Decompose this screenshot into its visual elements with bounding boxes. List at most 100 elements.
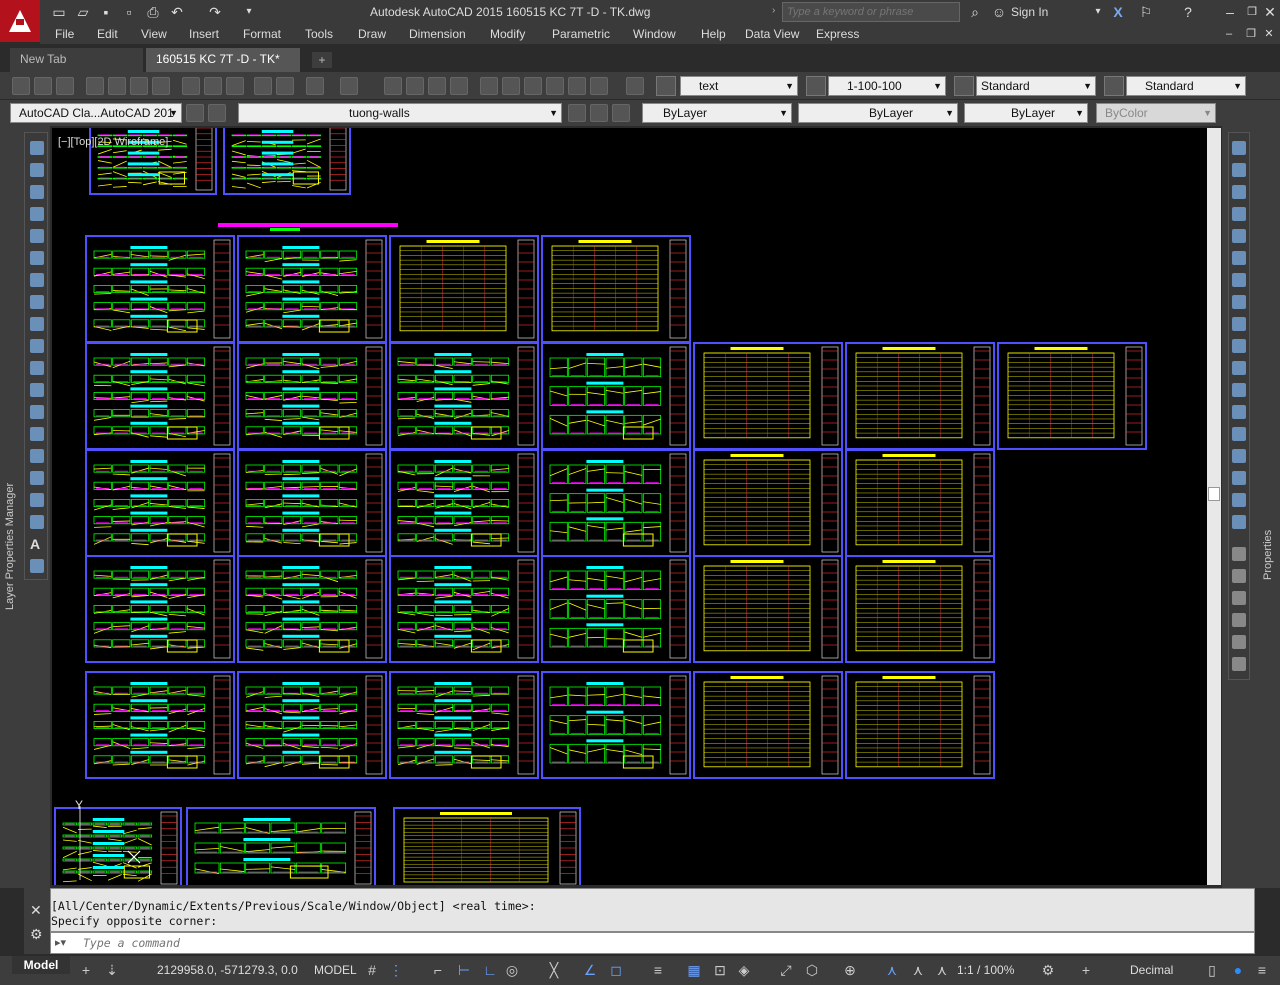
menu-insert[interactable]: Insert (189, 27, 219, 41)
auto-scale-icon[interactable]: ⋏ (910, 960, 926, 980)
menu-data-view[interactable]: Data View (745, 27, 799, 41)
transparency-icon[interactable]: ▦ (686, 960, 702, 980)
plotstyle-dropdown[interactable]: ByColor ▼ (1096, 103, 1216, 123)
application-menu-button[interactable] (0, 0, 40, 42)
sign-in-dropdown-icon[interactable]: ▾ (1092, 2, 1104, 22)
publish-icon[interactable] (130, 77, 148, 95)
plot-preview-icon[interactable] (108, 77, 126, 95)
cut-icon[interactable] (182, 77, 200, 95)
dynamic-ucs-icon[interactable]: ⤢ (778, 960, 794, 980)
annotation-visibility-icon[interactable]: ⋏ (884, 960, 900, 980)
layer-properties-manager-title[interactable]: Layer Properties Manager (4, 470, 20, 610)
point-icon[interactable] (30, 427, 44, 441)
workspace-switch-icon[interactable]: ⚙ (1040, 960, 1056, 980)
save-toolbar-icon[interactable] (56, 77, 74, 95)
explode-icon[interactable] (1232, 515, 1246, 529)
doc-minimize-icon[interactable]: – (1222, 24, 1236, 44)
quick-properties-icon[interactable]: ▯ (1204, 960, 1220, 980)
help-toolbar-icon[interactable] (626, 77, 644, 95)
break-icon[interactable] (1232, 405, 1246, 419)
doc-restore-icon[interactable]: ❐ (1244, 24, 1258, 44)
line-icon[interactable] (30, 141, 44, 155)
menu-tools[interactable]: Tools (305, 27, 333, 41)
copy-icon[interactable] (204, 77, 222, 95)
close-command-line-icon[interactable]: ✕ (30, 902, 42, 919)
dynamic-input-icon[interactable]: ⊢ (456, 960, 472, 980)
doc-close-icon[interactable]: ✕ (1262, 24, 1276, 44)
construction-line-icon[interactable] (30, 163, 44, 177)
quickcalc-icon[interactable] (590, 77, 608, 95)
layer-state-icon[interactable] (612, 104, 630, 122)
bring-above-icon[interactable] (1232, 613, 1246, 627)
gizmo-icon[interactable]: ⊕ (842, 960, 858, 980)
lock-ui-icon[interactable]: ● (1230, 960, 1246, 980)
ortho-icon[interactable]: ∟ (482, 960, 498, 980)
help-icon[interactable]: ? (1178, 2, 1198, 22)
move-icon[interactable] (1232, 251, 1246, 265)
block-editor-icon[interactable] (276, 77, 294, 95)
text-front-icon[interactable] (1232, 657, 1246, 671)
undo-icon[interactable]: ↶ (168, 3, 186, 21)
spline-icon[interactable] (30, 317, 44, 331)
hatch-icon[interactable] (30, 449, 44, 463)
draworder-icon[interactable] (1232, 547, 1246, 561)
menu-format[interactable]: Format (243, 27, 281, 41)
revcloud-icon[interactable] (30, 295, 44, 309)
text-style-dropdown[interactable]: text ▼ (680, 76, 798, 96)
open-file-icon[interactable]: ▱ (74, 3, 92, 21)
3d-osnap-icon[interactable]: ◈ (736, 960, 752, 980)
polyline-icon[interactable] (30, 185, 44, 199)
chamfer-icon[interactable] (1232, 449, 1246, 463)
undo-toolbar-icon[interactable] (306, 77, 324, 95)
coordinates-display[interactable]: 2129958.0, -571279.3, 0.0 (157, 960, 298, 980)
blend-curves-icon[interactable] (1232, 493, 1246, 507)
redo-icon[interactable]: ↷ (206, 3, 224, 21)
paste-icon[interactable] (226, 77, 244, 95)
menu-help[interactable]: Help (701, 27, 726, 41)
layout-list-icon[interactable]: ⇣ (104, 960, 120, 980)
erase-icon[interactable] (1232, 141, 1246, 155)
customize-icon[interactable]: ⚙ (30, 926, 43, 943)
workspace-settings-icon[interactable] (186, 104, 204, 122)
add-selected-icon[interactable] (30, 559, 44, 573)
arc-icon[interactable] (30, 251, 44, 265)
save-icon[interactable]: ▪ (97, 3, 115, 21)
restore-icon[interactable]: ❐ (1244, 2, 1260, 22)
fillet-icon[interactable] (1232, 471, 1246, 485)
send-back-icon[interactable] (1232, 591, 1246, 605)
sign-in-button[interactable]: Sign In (1011, 5, 1048, 19)
object-snap-icon[interactable]: ◻ (608, 960, 624, 980)
search-expand-icon[interactable]: › (772, 5, 775, 16)
qnew-icon[interactable] (12, 77, 30, 95)
polygon-icon[interactable] (30, 207, 44, 221)
make-block-icon[interactable] (30, 405, 44, 419)
drawing-canvas[interactable] (52, 128, 1207, 885)
lineweight-dropdown[interactable]: ByLayer ▼ (964, 103, 1088, 123)
trim-icon[interactable] (1232, 339, 1246, 353)
layer-dropdown[interactable]: tuong-walls ▼ (238, 103, 562, 123)
stretch-icon[interactable] (1232, 317, 1246, 331)
match-properties-icon[interactable] (254, 77, 272, 95)
new-file-icon[interactable]: ▭ (50, 3, 68, 21)
layer-previous-icon[interactable] (590, 104, 608, 122)
scale-icon[interactable] (1232, 295, 1246, 309)
command-line[interactable]: ▸▾ (50, 932, 1255, 954)
customization-icon[interactable]: ≡ (1254, 960, 1270, 980)
table-icon[interactable] (30, 515, 44, 529)
array-icon[interactable] (1232, 229, 1246, 243)
workspace-dropdown[interactable]: AutoCAD Cla...AutoCAD 201 ▼ (10, 103, 182, 123)
menu-draw[interactable]: Draw (358, 27, 386, 41)
linetype-dropdown[interactable]: ByLayer ▼ (798, 103, 958, 123)
zoom-previous-icon[interactable] (450, 77, 468, 95)
offset-icon[interactable] (1232, 207, 1246, 221)
tab-drawing[interactable]: 160515 KC 7T -D - TK* (146, 48, 300, 72)
color-dropdown[interactable]: ByLayer ▼ (642, 103, 792, 123)
menu-edit[interactable]: Edit (97, 27, 118, 41)
minimize-icon[interactable]: – (1222, 2, 1238, 22)
open-icon[interactable] (34, 77, 52, 95)
insert-block-icon[interactable] (30, 383, 44, 397)
model-space-button[interactable]: MODEL (314, 960, 357, 980)
dim-style-dropdown[interactable]: 1-100-100 ▼ (828, 76, 946, 96)
table-style-dropdown[interactable]: Standard ▼ (976, 76, 1096, 96)
close-icon[interactable]: ✕ (1262, 2, 1278, 22)
